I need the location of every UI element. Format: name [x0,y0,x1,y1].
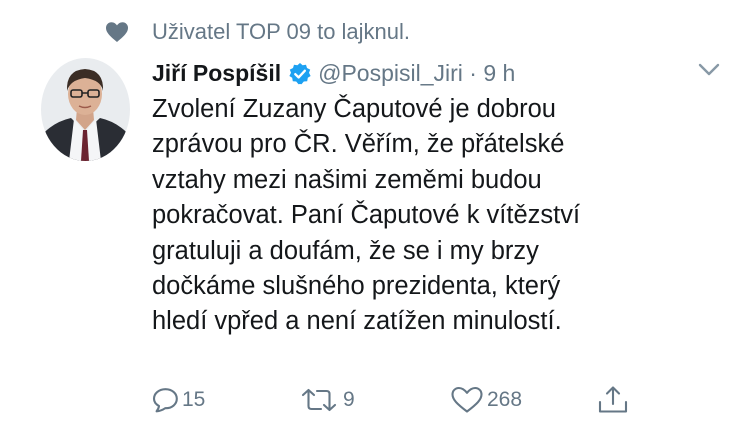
tweet-text-line: dočkáme slušného prezidenta, který [152,272,561,301]
tweet-text-line: vztahy mezi našimi zeměmi budou [152,165,542,194]
share-button[interactable] [597,380,629,420]
retweet-count: 9 [343,388,355,411]
heart-outline-icon [451,386,483,413]
verified-badge-icon [289,63,311,85]
avatar-photo [41,58,130,161]
reply-count: 15 [182,388,206,411]
like-count: 268 [487,388,523,411]
tweet-text: Zvolení Zuzany Čaputové je dobrou zprávo… [152,92,712,340]
retweet-button[interactable]: 9 [300,380,355,420]
author-display-name[interactable]: Jiří Pospíšil [152,60,281,87]
reply-button[interactable]: 15 [152,380,205,420]
reply-icon [152,388,178,413]
tweet-actions: 15 9 268 [152,380,652,420]
author-handle-time[interactable]: @Pospisil_Jiri · 9 h [318,60,515,87]
retweet-icon [301,388,337,412]
tweet-text-line: hledí vpřed a není zatížen minulostí. [152,307,562,336]
chevron-down-icon[interactable] [698,62,720,78]
tweet-header: Jiří Pospíšil @Pospisil_Jiri · 9 h [152,55,515,91]
tweet-text-line: zprávou pro ČR. Věřím, že přátelské [152,130,565,159]
tweet-text-line: Zvolení Zuzany Čaputové je dobrou [152,95,556,123]
avatar[interactable] [41,58,130,161]
social-context-text: Uživatel TOP 09 to lajknul. [152,19,411,44]
heart-icon [106,22,128,42]
tweet-text-line: pokračovat. Paní Čaputové k vítězství [152,201,581,230]
tweet-text-line: gratuluji a doufám, že se i my brzy [152,236,539,265]
like-button[interactable]: 268 [450,380,522,420]
share-icon [598,386,628,413]
